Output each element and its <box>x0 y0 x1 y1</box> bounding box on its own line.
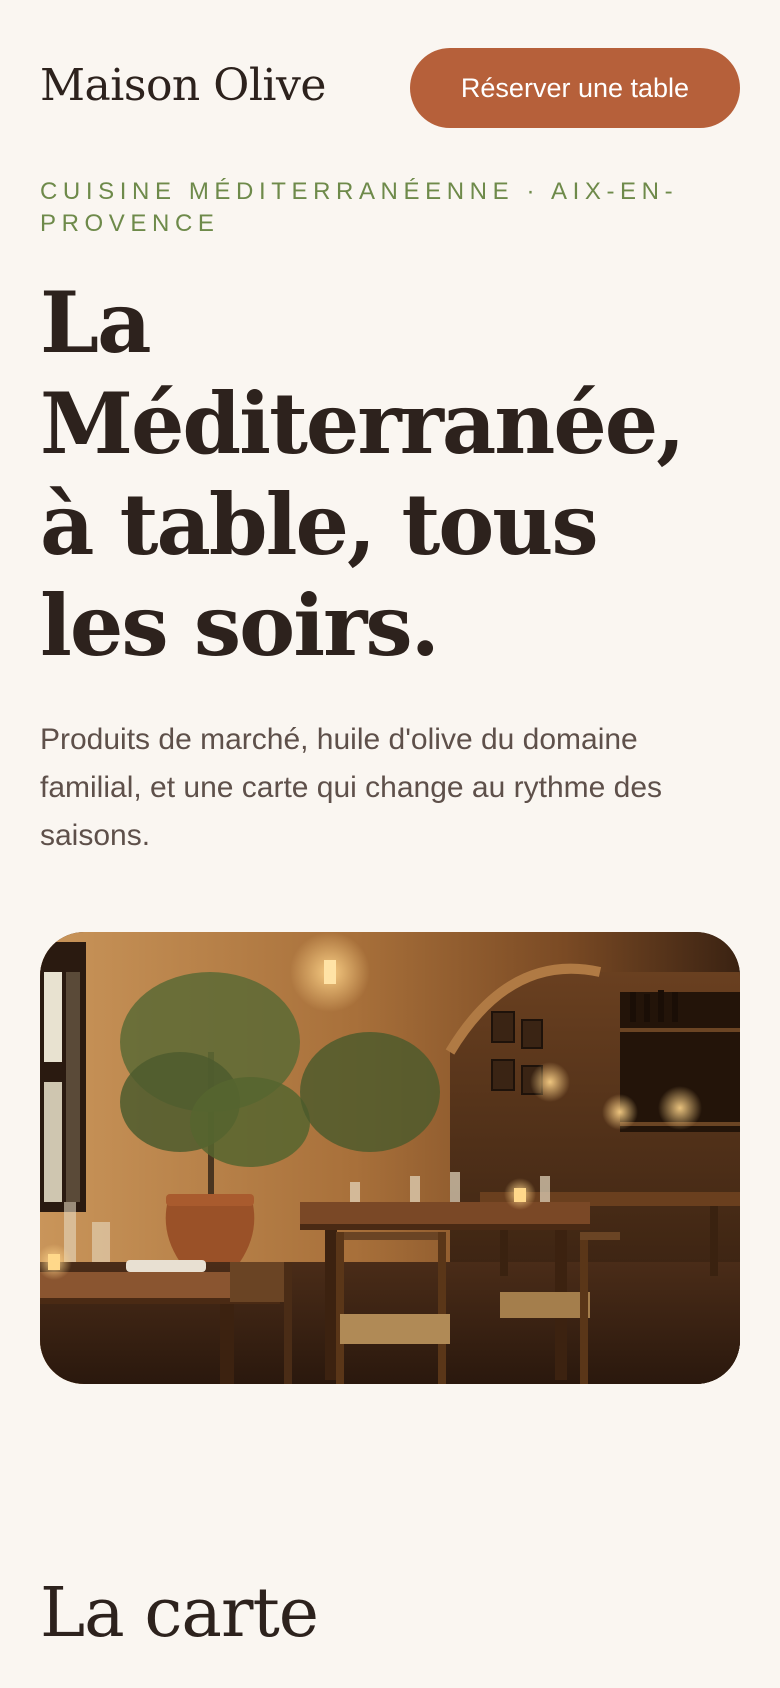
menu-section-title: La carte <box>40 1574 319 1653</box>
restaurant-dining-room-image <box>40 932 740 1384</box>
site-header: Maison Olive Réserver une table <box>40 48 740 128</box>
hero-eyebrow: Cuisine méditerranéenne · Aix-en-Provenc… <box>40 178 679 237</box>
hero-title: La Méditerranée, à table, tous les soirs… <box>40 273 685 675</box>
hero-lead: Produits de marché, huile d'olive du dom… <box>40 723 663 852</box>
brand-logo[interactable]: Maison Olive <box>40 58 326 114</box>
reserve-table-button[interactable]: Réserver une table <box>410 48 740 128</box>
